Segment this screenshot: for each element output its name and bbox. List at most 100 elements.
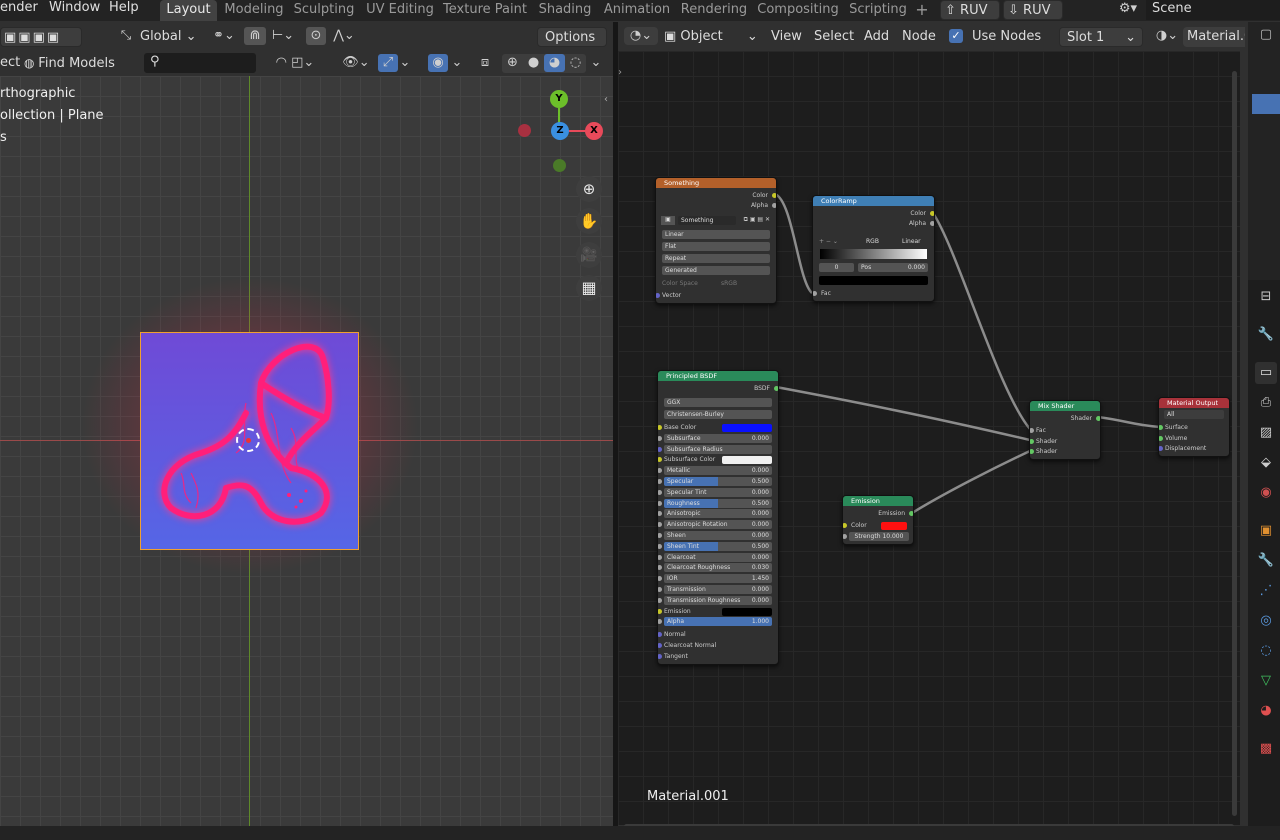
socket[interactable] [1030, 428, 1034, 433]
ramp-stop-color[interactable] [819, 276, 928, 285]
tab-sculpting[interactable]: Sculpting [292, 0, 356, 21]
bsdf-input-field[interactable]: Subsurface 0.000 [664, 434, 772, 443]
subsurface-method-dropdown[interactable]: Christensen-Burley [664, 410, 772, 419]
socket[interactable] [1096, 416, 1100, 421]
output-properties-icon[interactable]: ⎙ [1255, 392, 1277, 414]
texture-properties-icon[interactable]: ▩ [1255, 738, 1277, 760]
node-header[interactable]: Emission [843, 496, 913, 506]
tab-rendering[interactable]: Rendering [680, 0, 748, 21]
node-editor-canvas[interactable]: › Something Color Alpha Something ▣ ⧉ ▣ … [618, 51, 1240, 829]
image-action-icons[interactable]: ⧉ ▣ ▤ ✕ [738, 216, 770, 225]
projection-dropdown[interactable]: Flat [662, 242, 770, 251]
node-header[interactable]: Mix Shader [1030, 401, 1100, 411]
socket[interactable] [1159, 425, 1163, 430]
color-ramp-gradient[interactable] [820, 249, 927, 259]
socket[interactable] [658, 555, 662, 560]
tool-properties-icon[interactable]: 🔧 [1255, 324, 1277, 346]
shading-toggle-icons[interactable]: ◠ ◰⌄ [265, 54, 325, 72]
colorramp-node[interactable]: ColorRamp Color Alpha + − ⌄ RGB Linear 0… [812, 195, 935, 302]
select-mode-buttons[interactable]: ▣▣▣▣ [0, 27, 82, 47]
menu-node[interactable]: Node [902, 29, 936, 44]
socket[interactable] [658, 468, 662, 473]
socket[interactable] [658, 544, 662, 549]
bsdf-color-swatch[interactable] [722, 424, 772, 432]
outliner-selected-row[interactable] [1252, 94, 1280, 114]
bsdf-input-field[interactable]: Alpha 1.000 [664, 617, 772, 626]
view-layer-properties-icon[interactable]: ▨ [1255, 422, 1277, 444]
socket[interactable] [658, 576, 662, 581]
xray-icon[interactable]: ⧈ [475, 54, 495, 72]
gizmo-z-axis[interactable]: Z [551, 122, 569, 140]
bsdf-input-field[interactable]: Specular Tint 0.000 [664, 488, 772, 497]
node-header[interactable]: Principled BSDF [658, 371, 778, 381]
sidebar-toggle-icon[interactable]: ‹ [604, 94, 613, 108]
material-browse-icon[interactable]: ◑⌄ [1152, 27, 1182, 45]
socket[interactable] [658, 436, 662, 441]
bsdf-input-field[interactable]: Transmission 0.000 [664, 585, 772, 594]
emission-color-swatch[interactable] [881, 522, 907, 530]
material-properties-icon[interactable]: ◕ [1255, 700, 1277, 722]
emission-node[interactable]: Emission Emission Color Strength 10.000 [842, 495, 914, 545]
gizmo-neg-x[interactable] [518, 124, 531, 137]
editor-type-icon[interactable]: ◔⌄ [624, 27, 658, 45]
socket[interactable] [909, 511, 913, 516]
interpolation-dropdown[interactable]: Linear [662, 230, 770, 239]
overlays-toggle-icon[interactable]: ◉ [428, 54, 448, 72]
socket[interactable] [1030, 449, 1034, 454]
overlays-dropdown-icon[interactable]: ⌄ [450, 54, 464, 72]
tab-layout[interactable]: Layout [160, 0, 217, 21]
ramp-pos-field[interactable]: Pos 0.000 [858, 263, 928, 272]
proportional-edit-icon[interactable]: ⊙ [306, 27, 326, 45]
socket[interactable] [658, 654, 662, 659]
node-header[interactable]: Something [656, 178, 776, 188]
pivot-icon[interactable]: ⚭⌄ [208, 27, 240, 45]
socket[interactable] [658, 501, 662, 506]
add-workspace-button[interactable]: + [912, 0, 932, 21]
socket[interactable] [1159, 436, 1163, 441]
use-nodes-checkbox[interactable]: ✓ [949, 29, 963, 43]
menu-help[interactable]: Help [109, 0, 139, 18]
menu-select[interactable]: Select [814, 29, 854, 44]
render-properties-icon[interactable]: ▭ [1255, 362, 1277, 384]
scene-field[interactable]: Scene [1146, 0, 1280, 20]
socket[interactable] [658, 490, 662, 495]
tab-modeling[interactable]: Modeling [222, 0, 286, 21]
socket[interactable] [774, 386, 778, 391]
distribution-dropdown[interactable]: GGX [664, 398, 772, 407]
socket[interactable] [658, 598, 662, 603]
orientation-dropdown[interactable]: Global ⌄ [140, 27, 200, 47]
physics-properties-icon[interactable]: ◎ [1255, 610, 1277, 632]
bsdf-input-field[interactable]: Sheen 0.000 [664, 531, 772, 540]
tab-compositing[interactable]: Compositing [757, 0, 839, 21]
socket[interactable] [772, 193, 776, 198]
wireframe-shading-icon[interactable]: ⊕ [502, 54, 523, 72]
socket[interactable] [656, 293, 660, 298]
output-target-dropdown[interactable]: All [1164, 410, 1224, 419]
outliner-filter-icon[interactable]: ▢ [1255, 24, 1277, 46]
ramp-index-field[interactable]: 0 [819, 263, 854, 272]
gizmo-y-axis[interactable]: Y [550, 90, 568, 108]
extension-dropdown[interactable]: Repeat [662, 254, 770, 263]
socket[interactable] [813, 291, 817, 296]
world-properties-icon[interactable]: ◉ [1255, 482, 1277, 504]
menu-view[interactable]: View [771, 29, 802, 44]
bsdf-input-field[interactable]: Metallic 0.000 [664, 466, 772, 475]
mix-shader-node[interactable]: Mix Shader Shader Fac Shader Shader [1029, 400, 1101, 460]
socket[interactable] [658, 587, 662, 592]
gizmo-x-axis[interactable]: X [585, 122, 603, 140]
scene-selector-icon[interactable]: ⚙▾ [1113, 0, 1143, 18]
tab-uv-editing[interactable]: UV Editing [364, 0, 436, 21]
bsdf-input-field[interactable]: Clearcoat Roughness 0.030 [664, 563, 772, 572]
bsdf-input-field[interactable]: Anisotropic Rotation 0.000 [664, 520, 772, 529]
tab-texture-paint[interactable]: Texture Paint [443, 0, 527, 21]
pan-hand-icon[interactable]: ✋ [576, 208, 602, 234]
node-header[interactable]: ColorRamp [813, 196, 934, 206]
properties-toggle-icon[interactable]: ⊟ [1255, 286, 1277, 308]
gizmo-toggle-icon[interactable]: ⤢ [378, 54, 398, 72]
snap-target-icon[interactable]: ⊢⌄ [268, 27, 298, 45]
socket[interactable] [658, 565, 662, 570]
bsdf-input-field[interactable]: Specular 0.500 [664, 477, 772, 486]
node-header[interactable]: Material Output [1159, 398, 1229, 408]
image-name-field[interactable]: Something [678, 216, 736, 225]
bsdf-input-field[interactable]: Transmission Roughness 0.000 [664, 596, 772, 605]
